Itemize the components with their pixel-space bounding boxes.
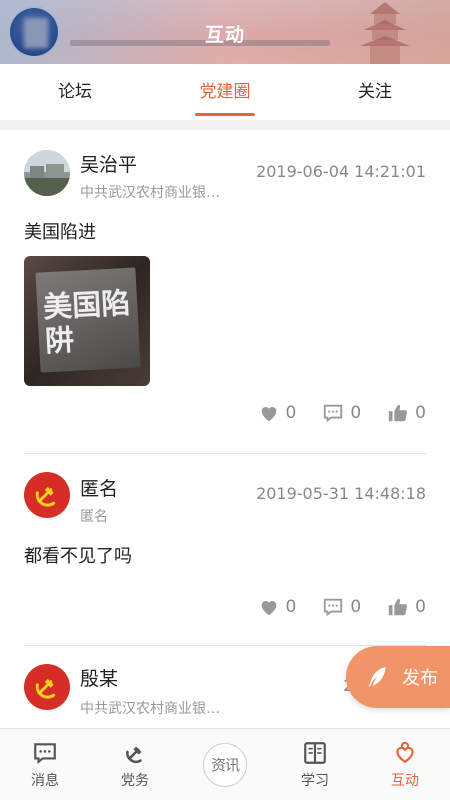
feather-icon xyxy=(368,667,386,687)
post-author-org: 中共武汉农村商业银… xyxy=(80,701,220,717)
tab-following[interactable]: 关注 xyxy=(300,64,450,120)
like-count: 0 xyxy=(285,597,297,617)
post-actions: 0 0 0 xyxy=(258,402,426,424)
post-feed: 吴治平 中共武汉农村商业银… 2019-06-04 14:21:01 美国陷进 … xyxy=(0,130,450,728)
nav-label: 党务 xyxy=(121,772,149,789)
party-emblem-icon xyxy=(126,746,142,763)
post-author-name[interactable]: 匿名 xyxy=(80,474,118,501)
post-author-org: 中共武汉农村商业银… xyxy=(80,185,220,201)
comment-button[interactable]: 0 xyxy=(322,402,361,424)
heart-icon xyxy=(261,407,276,422)
post-timestamp: 2019-05-31 14:48:18 xyxy=(256,484,426,503)
publish-button[interactable]: 发布 xyxy=(346,646,450,708)
like-count: 0 xyxy=(285,403,297,423)
thumbs-up-icon xyxy=(389,404,408,422)
nav-party-affairs[interactable]: 党务 xyxy=(90,729,180,800)
header-banner: 互动 xyxy=(0,0,450,64)
tab-bar: 论坛 党建圈 关注 xyxy=(0,64,450,120)
post-content: 都看不见了吗 xyxy=(24,546,132,567)
nav-label: 互动 xyxy=(391,772,419,789)
nav-study[interactable]: 学习 xyxy=(270,729,360,800)
interaction-icon xyxy=(396,741,414,763)
publish-label: 发布 xyxy=(402,668,438,689)
app-screen: 互动 论坛 党建圈 关注 吴治平 中共武汉农村商业银… 2019-06-04 1… xyxy=(0,0,450,800)
post-author-avatar[interactable] xyxy=(24,664,70,710)
book-title-text: 美国陷阱 xyxy=(42,285,132,359)
thumbs-up-icon xyxy=(389,598,408,616)
book-cover: 美国陷阱 xyxy=(35,267,141,373)
page-title: 互动 xyxy=(204,24,245,46)
post-item[interactable]: 匿名 匿名 2019-05-31 14:48:18 都看不见了吗 0 0 0 xyxy=(0,454,450,646)
nav-interaction[interactable]: 互动 xyxy=(360,729,450,800)
thumbs-up-count: 0 xyxy=(415,403,426,423)
tab-forum[interactable]: 论坛 xyxy=(0,64,150,120)
post-actions: 0 0 0 xyxy=(258,596,426,618)
bottom-navigation: 消息 党务 资讯 学习 互动 xyxy=(0,728,450,800)
thumbs-up-button[interactable]: 0 xyxy=(387,596,426,618)
nav-messages[interactable]: 消息 xyxy=(0,729,90,800)
comment-icon xyxy=(324,598,343,617)
message-icon xyxy=(34,742,56,764)
nav-label: 消息 xyxy=(31,772,59,789)
post-author-name[interactable]: 殷某 xyxy=(80,664,118,691)
nav-news[interactable]: 资讯 xyxy=(180,729,270,800)
thumbs-up-button[interactable]: 0 xyxy=(387,402,426,424)
heart-icon xyxy=(261,601,276,616)
post-item[interactable]: 吴治平 中共武汉农村商业银… 2019-06-04 14:21:01 美国陷进 … xyxy=(0,130,450,454)
landscape-photo-icon xyxy=(24,150,70,196)
post-author-org: 匿名 xyxy=(80,509,108,525)
post-author-name[interactable]: 吴治平 xyxy=(80,150,137,177)
book-icon xyxy=(304,741,326,764)
news-logo-icon: 资讯 xyxy=(203,742,247,787)
post-image[interactable]: 美国陷阱 xyxy=(24,256,150,386)
nav-label: 学习 xyxy=(301,772,329,789)
thumbs-up-count: 0 xyxy=(415,597,426,617)
tab-party-circle[interactable]: 党建圈 xyxy=(150,64,300,120)
post-author-avatar[interactable] xyxy=(24,150,70,196)
post-author-avatar[interactable] xyxy=(24,472,70,518)
like-button[interactable]: 0 xyxy=(258,402,297,424)
comment-icon xyxy=(324,404,343,423)
post-timestamp: 2019-06-04 14:21:01 xyxy=(256,162,426,181)
post-content: 美国陷进 xyxy=(24,222,96,243)
comment-count: 0 xyxy=(350,403,362,423)
comment-button[interactable]: 0 xyxy=(322,596,361,618)
like-button[interactable]: 0 xyxy=(258,596,297,618)
party-emblem-icon xyxy=(35,486,56,507)
comment-count: 0 xyxy=(350,597,362,617)
party-emblem-icon xyxy=(35,678,56,699)
